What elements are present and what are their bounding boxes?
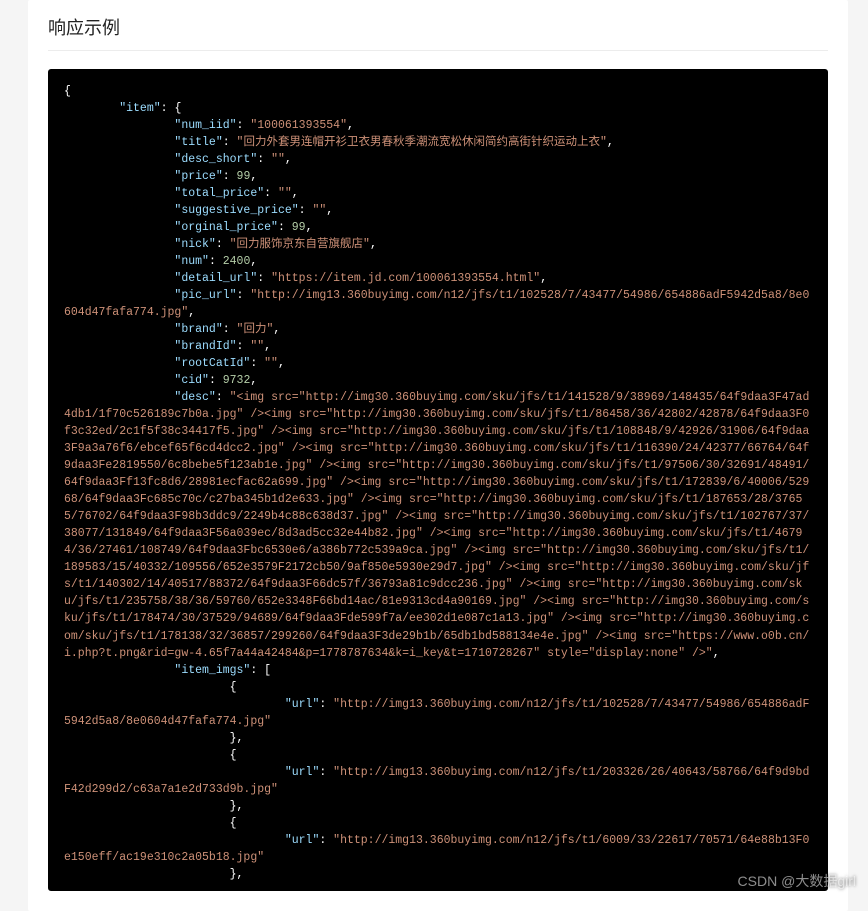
json-code-block: { "item": { "num_iid": "100061393554", "…: [48, 69, 828, 891]
section-heading: 响应示例: [48, 0, 828, 51]
